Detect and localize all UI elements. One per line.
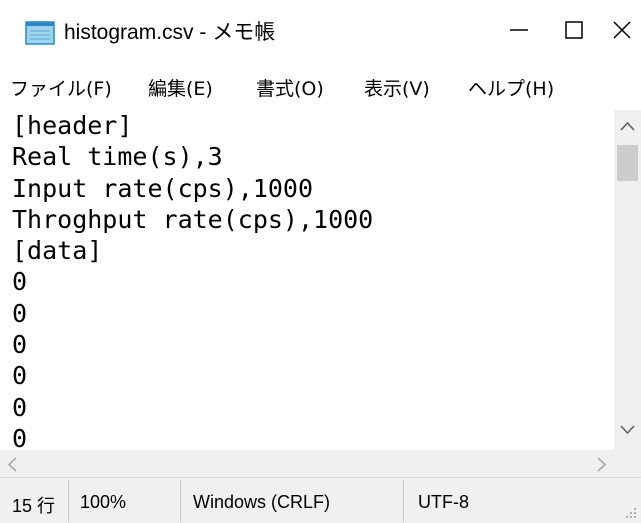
menu-view[interactable]: 表示(V) <box>364 74 430 101</box>
scroll-down-icon[interactable] <box>619 422 636 436</box>
minimize-icon <box>510 29 528 31</box>
status-line-ending: Windows (CRLF) <box>193 492 331 512</box>
editor-line: 0 <box>12 298 28 328</box>
horizontal-scrollbar[interactable] <box>0 450 614 477</box>
title-bar[interactable]: histogram.csv - メモ帳 <box>0 0 641 60</box>
text-editor[interactable]: [header] Real time(s),3 Input rate(cps),… <box>12 110 615 450</box>
status-encoding: UTF-8 <box>418 492 469 512</box>
vertical-scrollbar[interactable] <box>614 110 641 450</box>
editor-line: 0 <box>12 361 28 391</box>
minimize-button[interactable] <box>489 0 549 60</box>
menu-help[interactable]: ヘルプ(H) <box>468 74 554 101</box>
editor-line: [header] <box>12 111 133 140</box>
status-separator <box>403 480 404 522</box>
scroll-right-icon[interactable] <box>594 456 608 473</box>
scroll-left-icon[interactable] <box>6 456 20 473</box>
menu-format[interactable]: 書式(O) <box>256 74 324 101</box>
status-zoom: 100% <box>80 492 127 512</box>
editor-line: 0 <box>12 267 28 297</box>
scroll-up-icon[interactable] <box>619 120 636 134</box>
status-cursor-position: 15 行 <box>12 496 56 516</box>
editor-line: Input rate(cps),1000 <box>12 173 314 203</box>
editor-line: 0 <box>12 423 28 450</box>
notepad-window: histogram.csv - メモ帳 ファイル(F) 編集(E) 書式(O) … <box>0 0 641 523</box>
window-title: histogram.csv - メモ帳 <box>64 21 276 44</box>
notepad-icon <box>25 21 55 45</box>
maximize-icon <box>565 21 583 39</box>
editor-line: Real time(s),3 <box>12 142 223 172</box>
vertical-scroll-thumb[interactable] <box>617 145 638 181</box>
close-button[interactable] <box>592 0 641 60</box>
resize-grip-icon[interactable] <box>623 505 637 519</box>
editor-line: 0 <box>12 392 28 422</box>
status-separator <box>180 480 181 522</box>
scrollbar-corner <box>614 450 641 477</box>
menu-file[interactable]: ファイル(F) <box>10 74 112 101</box>
editor-line: [data] <box>12 236 103 266</box>
menu-edit[interactable]: 編集(E) <box>148 74 213 101</box>
status-separator <box>68 480 69 522</box>
close-icon <box>613 21 631 39</box>
editor-line: Throghput rate(cps),1000 <box>12 204 374 234</box>
status-bar: 15 行 100% Windows (CRLF) UTF-8 <box>0 477 641 523</box>
menu-bar: ファイル(F) 編集(E) 書式(O) 表示(V) ヘルプ(H) <box>0 64 641 108</box>
editor-line: 0 <box>12 330 28 360</box>
